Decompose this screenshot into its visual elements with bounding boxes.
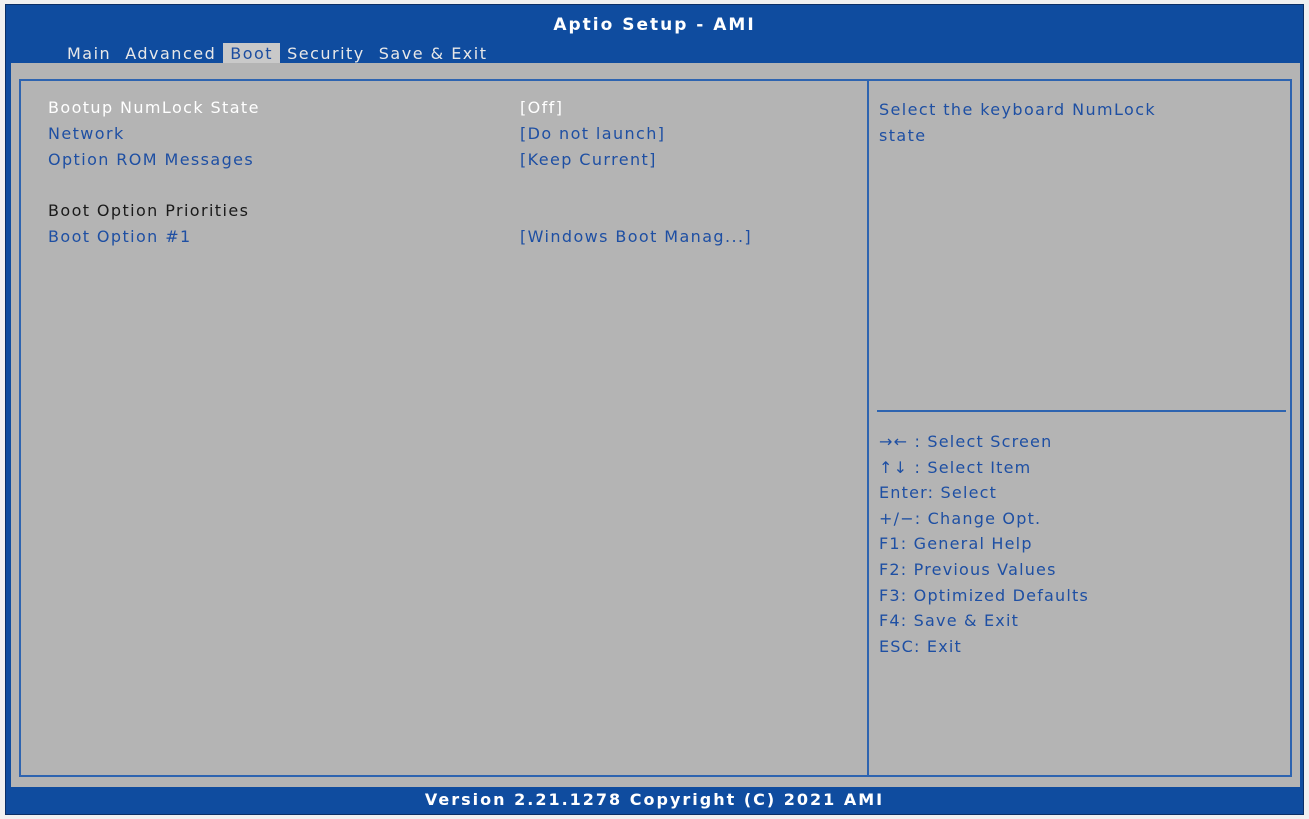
boot-option-1-value[interactable]: [Windows Boot Manag...] [520,227,752,246]
key-legend: →← : Select Screen ↑↓ : Select Item Ente… [879,429,1089,659]
panel-divider [867,79,869,777]
tab-bar: Main Advanced Boot Security Save & Exit [60,43,494,65]
boot-priorities-heading: Boot Option Priorities [48,201,250,220]
key-select-item: ↑↓ : Select Item [879,457,1032,477]
setting-option-rom-value[interactable]: [Keep Current] [520,150,657,169]
setting-bootup-numlock-label[interactable]: Bootup NumLock State [48,98,260,117]
setting-network-label[interactable]: Network [48,124,125,143]
setting-option-rom-label[interactable]: Option ROM Messages [48,150,254,169]
footer-version: Version 2.21.1278 Copyright (C) 2021 AMI [424,790,885,809]
tab-advanced[interactable]: Advanced [118,43,223,65]
setting-bootup-numlock-value[interactable]: [Off] [520,98,563,117]
setting-network-value[interactable]: [Do not launch] [520,124,665,143]
help-text: Select the keyboard NumLock state [879,97,1249,149]
key-esc-exit: ESC: Exit [879,636,963,656]
boot-option-1-label[interactable]: Boot Option #1 [48,227,192,246]
panel-border [19,79,1292,777]
key-f2-previous: F2: Previous Values [879,559,1057,579]
help-line-1: Select the keyboard NumLock [879,100,1157,119]
key-f3-defaults: F3: Optimized Defaults [879,585,1090,605]
window-title: Aptio Setup - AMI [553,15,756,35]
key-f4-save-exit: F4: Save & Exit [879,611,1020,631]
tab-main[interactable]: Main [60,43,118,65]
key-f1-help: F1: General Help [879,534,1033,554]
bios-window: Aptio Setup - AMI Main Advanced Boot Sec… [5,4,1304,815]
settings-panel: Bootup NumLock State [Off] Network [Do n… [11,63,1300,787]
help-line-2: state [879,126,927,145]
tab-save-exit[interactable]: Save & Exit [372,43,495,65]
tab-boot[interactable]: Boot [223,43,281,65]
key-enter-select: Enter: Select [879,483,998,503]
key-change-opt: +/−: Change Opt. [879,508,1042,528]
tab-security[interactable]: Security [280,43,372,65]
help-separator [877,410,1286,412]
key-select-screen: →← : Select Screen [879,432,1053,451]
